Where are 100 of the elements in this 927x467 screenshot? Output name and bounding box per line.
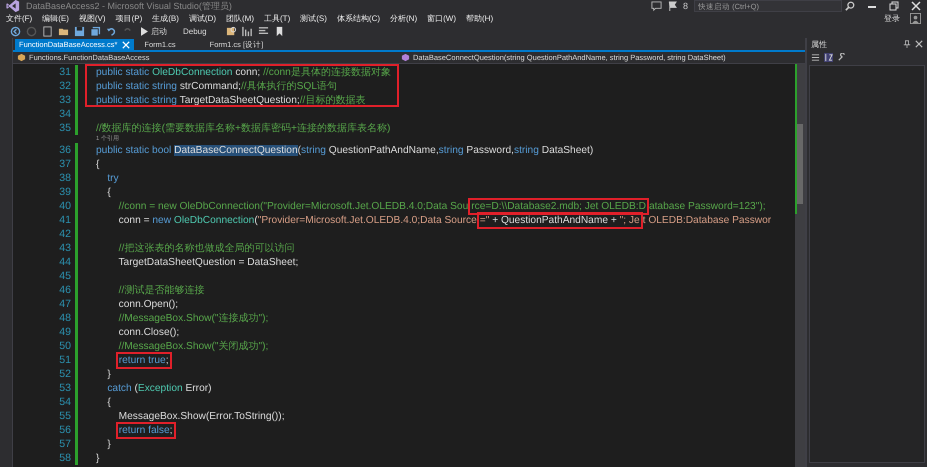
code-text: return false <box>118 424 170 436</box>
line-number: 58 <box>58 452 71 464</box>
code-text: Error) <box>184 382 212 394</box>
new-item-icon[interactable] <box>42 26 53 37</box>
code-text: { <box>106 396 111 408</box>
line-number: 57 <box>58 438 71 450</box>
vertical-scrollbar[interactable] <box>795 64 805 467</box>
code-text: //具体执行的SQL语句 <box>240 81 337 92</box>
line-number: 43 <box>58 242 71 254</box>
menu-item[interactable]: 编辑(E) <box>42 13 69 24</box>
code-text: //把这张表的名称也做成全局的可以访问 <box>118 243 294 254</box>
undo-icon[interactable] <box>106 26 117 37</box>
code-text: conn.Close(); <box>118 326 180 338</box>
code-text: string <box>301 144 326 156</box>
code-text: conn.Open(); <box>118 298 178 310</box>
code-text: try <box>106 172 119 184</box>
code-text: public static bool <box>96 144 172 156</box>
code-text: //数据库的连接(需要数据库名称+数据库密码+连接的数据库表名称) <box>96 123 390 134</box>
menu-item[interactable]: 分析(N) <box>390 13 418 24</box>
play-icon <box>141 27 148 36</box>
configuration-dropdown[interactable]: Debug <box>175 27 221 36</box>
line-number: 47 <box>58 298 71 310</box>
pin-icon[interactable] <box>903 40 911 48</box>
line-number: 40 <box>58 200 71 212</box>
menu-item[interactable]: 调试(D) <box>188 13 216 24</box>
menu-item[interactable]: 窗口(W) <box>427 13 456 24</box>
line-number: 52 <box>58 368 71 380</box>
code-text: OleDbConnection <box>174 214 254 226</box>
back-icon[interactable] <box>10 26 21 37</box>
visual-studio-logo-icon <box>6 0 20 13</box>
code-text: //MessageBox.Show("连接成功"); <box>118 313 268 324</box>
menu-item[interactable]: 团队(M) <box>226 13 254 24</box>
code-text: Password, <box>465 144 514 156</box>
line-number: 41 <box>58 214 71 226</box>
line-number: 53 <box>58 382 71 394</box>
save-icon[interactable] <box>74 26 85 37</box>
menu-item[interactable]: 视图(V) <box>78 13 106 24</box>
code-text: { <box>96 158 100 170</box>
code-text: conn = <box>118 214 151 226</box>
code-text: ; <box>170 424 172 436</box>
code-text: + QuestionPathAndName + <box>491 214 618 226</box>
code-text: "; Je <box>620 214 640 226</box>
code-text: QuestionPathAndName, <box>328 144 439 156</box>
restore-icon[interactable] <box>889 1 899 11</box>
line-number: 55 <box>58 410 71 422</box>
menu-item[interactable]: 生成(B) <box>152 13 179 24</box>
layout-icon[interactable] <box>242 26 253 37</box>
open-folder-icon[interactable] <box>58 26 69 37</box>
line-number: 34 <box>58 108 71 120</box>
line-number: 45 <box>58 270 71 282</box>
method-icon <box>401 53 410 62</box>
start-button[interactable]: 启动 <box>138 26 170 37</box>
close-icon[interactable] <box>911 1 921 11</box>
code-text: ( <box>298 144 302 156</box>
categorized-icon[interactable] <box>811 53 820 62</box>
find-icon[interactable] <box>226 26 237 37</box>
code-text: ; <box>166 354 169 366</box>
panel-title: 属性 <box>811 38 827 50</box>
code-text: new <box>152 214 172 226</box>
line-number: 56 <box>58 424 71 436</box>
line-number: 51 <box>58 354 71 366</box>
notification-count: 8 <box>682 1 688 11</box>
menu-item[interactable]: 文件(F) <box>6 13 32 24</box>
line-number: 32 <box>58 80 71 92</box>
line-number: 54 <box>58 396 71 408</box>
menu-item[interactable]: 体系结构(C) <box>336 13 380 24</box>
flag-icon[interactable] <box>668 0 677 12</box>
code-text: string <box>514 144 539 156</box>
menu-item[interactable]: 工具(T) <box>264 13 290 24</box>
save-all-icon[interactable] <box>90 26 101 37</box>
code-text: conn; <box>234 67 262 78</box>
code-text: } <box>96 452 100 464</box>
wrench-icon[interactable] <box>837 53 846 62</box>
comment-icon[interactable] <box>258 26 269 37</box>
menu-item[interactable]: 帮助(H) <box>466 13 494 24</box>
code-text: =" <box>480 214 490 226</box>
menu-item[interactable]: 项目(P) <box>116 13 142 24</box>
code-text: //conn = new OleDbConnection("Provider=Microsoft.Jet.OLEDB.4.0;Data Sou <box>118 200 468 212</box>
sign-in-link[interactable]: 登录 <box>884 13 900 24</box>
line-number: 50 <box>58 340 71 352</box>
line-number: 33 <box>58 94 71 106</box>
alphabetical-icon[interactable] <box>824 53 833 62</box>
line-number: 39 <box>58 186 71 198</box>
user-icon[interactable] <box>910 13 921 24</box>
line-number: 44 <box>58 256 71 268</box>
code-text: public static <box>96 67 150 78</box>
menu-item[interactable]: 测试(S) <box>300 13 327 24</box>
close-icon[interactable] <box>915 40 923 48</box>
code-text: strCommand; <box>180 81 241 92</box>
feedback-icon[interactable] <box>650 0 662 12</box>
code-text: public static string <box>96 81 178 92</box>
code-text: TargetDataSheetQuestion; <box>180 95 300 106</box>
line-number: 38 <box>58 172 71 184</box>
code-text: { <box>106 186 111 198</box>
line-number: 31 <box>58 66 71 78</box>
code-text: } <box>106 438 111 450</box>
code-text: TargetDataSheetQuestion = DataSheet; <box>117 256 298 268</box>
code-text: //目标的数据表 <box>300 95 366 106</box>
code-text: Exception <box>138 382 183 394</box>
code-text: atabase Password=123"); <box>648 200 766 212</box>
